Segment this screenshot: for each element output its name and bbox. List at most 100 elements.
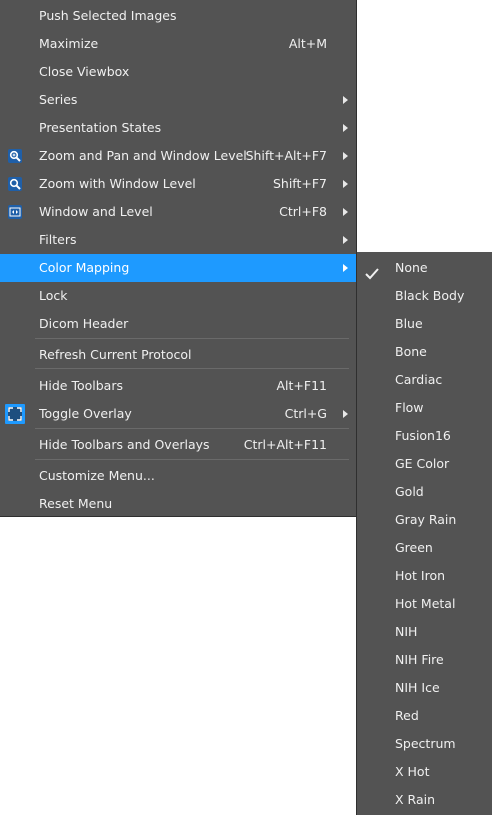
menu-item-label: Color Mapping xyxy=(39,260,130,275)
menu-item-label: Presentation States xyxy=(39,120,162,135)
menu-item-refresh-current-protocol[interactable]: Refresh Current Protocol xyxy=(0,341,356,369)
menu-item-label: Series xyxy=(39,92,78,107)
menu-item-close-viewbox[interactable]: Close Viewbox xyxy=(0,58,356,86)
menu-item-label: Hide Toolbars and Overlays xyxy=(39,437,210,452)
menu-separator xyxy=(35,368,349,369)
menu-item-window-and-level[interactable]: Window and Level Ctrl+F8 xyxy=(0,198,356,226)
menu-item-reset-menu[interactable]: Reset Menu xyxy=(0,490,356,518)
color-option-green[interactable]: Green xyxy=(357,534,492,562)
menu-item-label: Zoom and Pan and Window Level xyxy=(39,148,247,163)
menu-item-push-selected-images[interactable]: Push Selected Images xyxy=(0,2,356,30)
submenu-arrow-icon xyxy=(343,124,348,132)
menu-item-label: Toggle Overlay xyxy=(39,406,132,421)
overlay-icon xyxy=(5,404,25,424)
menu-item-series[interactable]: Series xyxy=(0,86,356,114)
color-option-x-rain[interactable]: X Rain xyxy=(357,786,492,814)
color-option-nih-fire[interactable]: NIH Fire xyxy=(357,646,492,674)
menu-item-shortcut: Ctrl+Alt+F11 xyxy=(243,437,327,452)
color-option-black-body[interactable]: Black Body xyxy=(357,282,492,310)
color-option-label: Hot Iron xyxy=(395,568,446,583)
menu-item-lock[interactable]: Lock xyxy=(0,282,356,310)
color-option-label: NIH Ice xyxy=(395,680,440,695)
menu-item-label: Refresh Current Protocol xyxy=(39,347,192,362)
menu-item-shortcut: Alt+M xyxy=(288,36,327,51)
menu-separator xyxy=(35,428,349,429)
color-option-bone[interactable]: Bone xyxy=(357,338,492,366)
color-option-label: Gray Rain xyxy=(395,512,457,527)
color-option-label: Hot Metal xyxy=(395,596,456,611)
menu-item-label: Lock xyxy=(39,288,68,303)
menu-item-label: Close Viewbox xyxy=(39,64,130,79)
color-option-gold[interactable]: Gold xyxy=(357,478,492,506)
color-option-label: Cardiac xyxy=(395,372,443,387)
color-option-hot-metal[interactable]: Hot Metal xyxy=(357,590,492,618)
color-option-flow[interactable]: Flow xyxy=(357,394,492,422)
window-level-icon xyxy=(8,205,22,219)
color-option-x-hot[interactable]: X Hot xyxy=(357,758,492,786)
color-option-label: GE Color xyxy=(395,456,450,471)
color-option-hot-iron[interactable]: Hot Iron xyxy=(357,562,492,590)
menu-item-presentation-states[interactable]: Presentation States xyxy=(0,114,356,142)
color-option-label: Bone xyxy=(395,344,427,359)
submenu-arrow-icon xyxy=(343,96,348,104)
color-option-blue[interactable]: Blue xyxy=(357,310,492,338)
menu-item-label: Reset Menu xyxy=(39,496,113,511)
color-option-ge-color[interactable]: GE Color xyxy=(357,450,492,478)
color-option-label: Flow xyxy=(395,400,424,415)
menu-item-shortcut: Ctrl+G xyxy=(284,406,327,421)
menu-item-maximize[interactable]: Maximize Alt+M xyxy=(0,30,356,58)
submenu-arrow-icon xyxy=(343,264,348,272)
menu-item-filters[interactable]: Filters xyxy=(0,226,356,254)
menu-separator xyxy=(35,459,349,460)
menu-item-color-mapping[interactable]: Color Mapping xyxy=(0,254,356,282)
color-option-label: Red xyxy=(395,708,419,723)
color-option-label: Blue xyxy=(395,316,423,331)
zoom-pan-icon xyxy=(8,149,22,163)
color-option-label: NIH Fire xyxy=(395,652,444,667)
menu-item-shortcut: Shift+F7 xyxy=(272,176,327,191)
color-option-cardiac[interactable]: Cardiac xyxy=(357,366,492,394)
color-option-label: X Rain xyxy=(395,792,436,807)
submenu-arrow-icon xyxy=(343,152,348,160)
menu-item-label: Hide Toolbars xyxy=(39,378,123,393)
menu-item-hide-toolbars-overlays[interactable]: Hide Toolbars and Overlays Ctrl+Alt+F11 xyxy=(0,431,356,459)
color-option-spectrum[interactable]: Spectrum xyxy=(357,730,492,758)
submenu-arrow-icon xyxy=(343,236,348,244)
menu-item-label: Zoom with Window Level xyxy=(39,176,196,191)
menu-item-shortcut: Ctrl+F8 xyxy=(279,204,327,219)
color-option-fusion16[interactable]: Fusion16 xyxy=(357,422,492,450)
context-menu: Push Selected Images Maximize Alt+M Clos… xyxy=(0,0,357,517)
menu-item-label: Maximize xyxy=(39,36,99,51)
zoom-icon xyxy=(8,177,22,191)
menu-item-label: Filters xyxy=(39,232,77,247)
color-option-nih-ice[interactable]: NIH Ice xyxy=(357,674,492,702)
color-option-label: Gold xyxy=(395,484,424,499)
menu-item-label: Customize Menu... xyxy=(39,468,155,483)
submenu-arrow-icon xyxy=(343,208,348,216)
menu-item-zoom-pan-window-level[interactable]: Zoom and Pan and Window Level Shift+Alt+… xyxy=(0,142,356,170)
color-option-label: Black Body xyxy=(395,288,465,303)
color-option-label: X Hot xyxy=(395,764,430,779)
menu-item-shortcut: Alt+F11 xyxy=(276,378,328,393)
menu-item-label: Push Selected Images xyxy=(39,8,177,23)
color-option-nih[interactable]: NIH xyxy=(357,618,492,646)
menu-item-customize-menu[interactable]: Customize Menu... xyxy=(0,462,356,490)
menu-item-shortcut: Shift+Alt+F7 xyxy=(245,148,327,163)
color-option-none[interactable]: None xyxy=(357,254,492,282)
menu-separator xyxy=(35,338,349,339)
menu-item-toggle-overlay[interactable]: Toggle Overlay Ctrl+G xyxy=(0,400,356,428)
menu-item-zoom-window-level[interactable]: Zoom with Window Level Shift+F7 xyxy=(0,170,356,198)
color-option-label: NIH xyxy=(395,624,418,639)
color-mapping-submenu: None Black Body Blue Bone Cardiac Flow F… xyxy=(356,252,492,815)
color-option-red[interactable]: Red xyxy=(357,702,492,730)
color-option-gray-rain[interactable]: Gray Rain xyxy=(357,506,492,534)
menu-item-label: Dicom Header xyxy=(39,316,129,331)
color-option-label: Green xyxy=(395,540,433,555)
menu-item-hide-toolbars[interactable]: Hide Toolbars Alt+F11 xyxy=(0,372,356,400)
menu-item-dicom-header[interactable]: Dicom Header xyxy=(0,310,356,338)
color-option-label: None xyxy=(395,260,428,275)
color-option-label: Spectrum xyxy=(395,736,456,751)
menu-item-label: Window and Level xyxy=(39,204,153,219)
submenu-arrow-icon xyxy=(343,180,348,188)
submenu-arrow-icon xyxy=(343,410,348,418)
